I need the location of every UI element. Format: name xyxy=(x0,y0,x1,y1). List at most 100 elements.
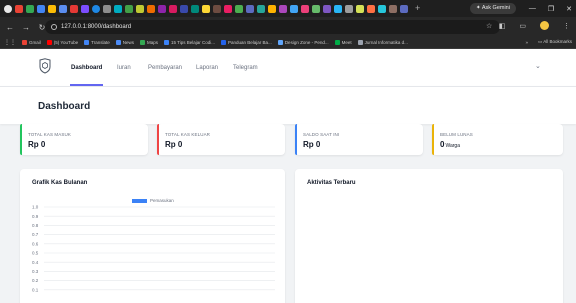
bookmark-tips[interactable]: 15 Tips Belajar Codi... xyxy=(164,40,215,45)
tab-favicon[interactable] xyxy=(334,4,342,13)
site-info-icon[interactable] xyxy=(51,24,57,30)
tab-favicon[interactable] xyxy=(235,4,243,13)
close-icon[interactable]: ✕ xyxy=(566,5,572,13)
tab-favicon[interactable] xyxy=(158,4,166,13)
app-logo-icon[interactable] xyxy=(38,58,52,74)
nav-laporan[interactable]: Laporan xyxy=(196,65,218,71)
browser-tabstrip: + ✦ Ask Gemini — ❐ ✕ xyxy=(0,0,576,17)
y-tick-label: 0.3 xyxy=(32,269,39,274)
card-accent xyxy=(20,124,22,155)
bookmark-maps[interactable]: Maps xyxy=(139,40,158,45)
nav-dashboard[interactable]: Dashboard xyxy=(71,65,102,71)
meet-icon xyxy=(334,40,340,45)
y-tick-label: 0.1 xyxy=(32,287,39,292)
tab-favicon[interactable] xyxy=(136,4,144,13)
youtube-icon xyxy=(46,40,52,45)
split-view-icon[interactable]: ▭ xyxy=(519,22,526,30)
tab-favicon[interactable] xyxy=(147,4,155,13)
ask-gemini-button[interactable]: ✦ Ask Gemini xyxy=(470,3,516,14)
forward-icon[interactable]: → xyxy=(20,23,32,32)
profile-avatar[interactable] xyxy=(540,21,549,30)
more-bookmarks-icon[interactable]: » xyxy=(525,40,528,45)
tab-favicon[interactable] xyxy=(356,4,364,13)
y-tick-label: 0.5 xyxy=(32,251,39,256)
tab-favicon[interactable] xyxy=(367,4,375,13)
tab-favicon[interactable] xyxy=(400,4,408,13)
gmail-icon xyxy=(22,40,27,45)
address-bar[interactable]: 127.0.0.1:8000/dashboard xyxy=(45,20,500,34)
tab-favicon[interactable] xyxy=(26,4,34,13)
bookmark-design-zone[interactable]: Design Zone - Pend... xyxy=(277,40,329,45)
bookmark-favicon-icon xyxy=(164,40,169,45)
new-tab-button[interactable]: + xyxy=(415,4,420,13)
minimize-icon[interactable]: — xyxy=(529,5,536,12)
extensions-icon[interactable]: ◧ xyxy=(499,22,506,30)
nav-pembayaran[interactable]: Pembayaran xyxy=(148,65,182,71)
tab-icons: + xyxy=(0,0,420,17)
page-header: Dashboard xyxy=(0,86,576,124)
tab-favicon[interactable] xyxy=(180,4,188,13)
bookmark-translate[interactable]: Translate xyxy=(84,40,110,45)
tab-favicon[interactable] xyxy=(70,4,78,13)
tab-favicon[interactable] xyxy=(345,4,353,13)
tab-favicon[interactable] xyxy=(15,4,23,13)
tab-favicon[interactable] xyxy=(92,4,100,13)
tab-favicon[interactable] xyxy=(114,4,122,13)
all-bookmarks-button[interactable]: ▭ All Bookmarks xyxy=(538,39,572,45)
user-menu-chevron-icon[interactable]: ⌄ xyxy=(535,62,541,70)
y-tick-label: 0.9 xyxy=(32,214,39,219)
tab-favicon[interactable] xyxy=(224,4,232,13)
bookmark-panduan[interactable]: Panduan Belajar Ba... xyxy=(221,40,272,45)
back-icon[interactable]: ← xyxy=(4,23,16,32)
apps-icon[interactable]: ⋮⋮ xyxy=(4,39,16,46)
activity-panel: Aktivitas Terbaru xyxy=(295,169,563,303)
card-accent xyxy=(157,124,159,155)
ask-gemini-label: Ask Gemini xyxy=(481,5,510,11)
tab-favicon[interactable] xyxy=(301,4,309,13)
tab-favicon[interactable] xyxy=(378,4,386,13)
bookmark-meet[interactable]: Meet xyxy=(334,40,352,45)
maximize-icon[interactable]: ❐ xyxy=(548,5,554,13)
window-controls: — ❐ ✕ xyxy=(529,0,572,17)
bookmark-jurnal[interactable]: Jurnal Informatika d... xyxy=(357,40,408,45)
y-tick-label: 0.8 xyxy=(32,223,39,228)
bookmark-gmail[interactable]: Gmail xyxy=(22,40,41,45)
tab-favicon[interactable] xyxy=(202,4,210,13)
news-icon xyxy=(115,40,121,45)
menu-icon[interactable]: ⋮ xyxy=(563,22,570,30)
nav-iuran[interactable]: Iuran xyxy=(117,65,131,71)
app-root: Dashboard Iuran Pembayaran Laporan Teleg… xyxy=(0,49,576,303)
tab-favicon[interactable] xyxy=(103,4,111,13)
nav-telegram[interactable]: Telegram xyxy=(233,65,258,71)
tab-favicon[interactable] xyxy=(213,4,221,13)
tab-favicon[interactable] xyxy=(246,4,254,13)
tab-favicon[interactable] xyxy=(48,4,56,13)
bookmark-youtube[interactable]: (5) YouTube xyxy=(46,40,78,45)
stat-number: 0 xyxy=(440,140,445,149)
bookmark-star-icon[interactable]: ☆ xyxy=(486,22,492,30)
tab-favicon[interactable] xyxy=(389,4,397,13)
monthly-cash-chart: 1.0 0.9 0.8 0.7 0.6 0.5 0.4 0.3 0.2 0.1 xyxy=(32,205,275,292)
tab-favicon[interactable] xyxy=(290,4,298,13)
tab-favicon[interactable] xyxy=(312,4,320,13)
tab-favicon[interactable] xyxy=(37,4,45,13)
maps-icon xyxy=(139,40,145,45)
tab-favicon[interactable] xyxy=(191,4,199,13)
page-title: Dashboard xyxy=(38,101,91,112)
tab-favicon[interactable] xyxy=(81,4,89,13)
toolbar-right: ◧ ▭ ⋮ xyxy=(499,21,570,30)
card-accent xyxy=(432,124,434,155)
bookmarks-right: » ▭ All Bookmarks xyxy=(525,39,572,45)
tab-favicon[interactable] xyxy=(4,4,12,13)
chart-panel: Grafik Kas Bulanan Pemasukan 1.0 0.9 0.8 0.… xyxy=(20,169,285,303)
tab-favicon[interactable] xyxy=(323,4,331,13)
tab-favicon[interactable] xyxy=(59,4,67,13)
y-tick-label: 0.7 xyxy=(32,232,39,237)
tab-favicon[interactable] xyxy=(268,4,276,13)
stat-card-saldo: SALDO SAAT INI Rp 0 xyxy=(295,124,423,155)
tab-favicon[interactable] xyxy=(125,4,133,13)
bookmark-news[interactable]: News xyxy=(115,40,134,45)
tab-favicon[interactable] xyxy=(169,4,177,13)
tab-favicon[interactable] xyxy=(279,4,287,13)
tab-favicon[interactable] xyxy=(257,4,265,13)
